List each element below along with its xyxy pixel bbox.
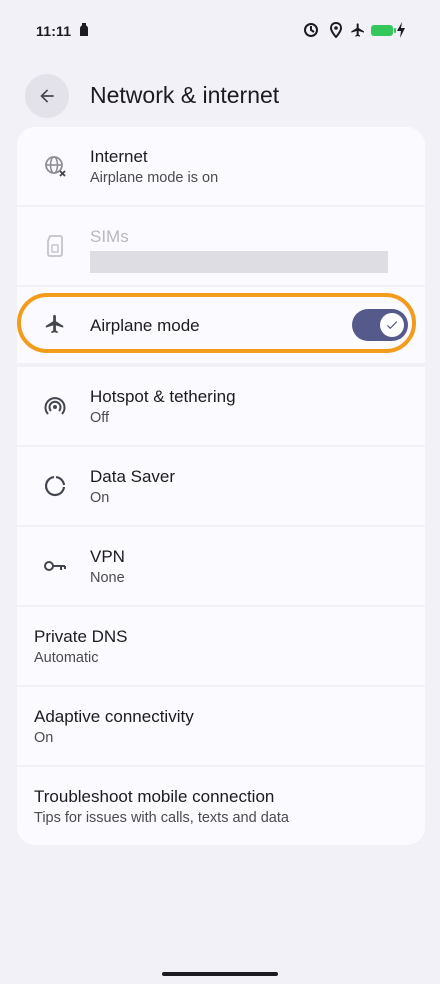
check-icon	[386, 321, 398, 330]
hotspot-icon	[42, 393, 68, 419]
back-arrow-icon	[40, 89, 54, 103]
sim-placeholder	[90, 251, 388, 273]
sims-title: SIMs	[90, 227, 129, 246]
sim-card-icon	[42, 233, 68, 259]
page-title: Network & internet	[90, 82, 280, 108]
hotspot-item[interactable]: Hotspot & tethering Off	[17, 367, 425, 445]
vpn-title: VPN	[90, 547, 125, 566]
airplane-status-icon	[350, 22, 366, 38]
location-icon	[329, 21, 345, 39]
troubleshoot-subtitle: Tips for issues with calls, texts and da…	[34, 810, 289, 826]
status-bar: 11:11	[0, 0, 440, 60]
data-saver-subtitle: On	[90, 490, 110, 506]
status-time: 11:11	[36, 23, 72, 39]
toggle-thumb	[380, 313, 404, 337]
data-saver-icon	[42, 473, 68, 499]
back-button[interactable]	[25, 74, 69, 118]
data-saver-title: Data Saver	[90, 467, 176, 486]
data-sync-icon	[303, 22, 319, 38]
troubleshoot-title: Troubleshoot mobile connection	[34, 787, 275, 806]
vpn-subtitle: None	[90, 570, 125, 586]
hotspot-title: Hotspot & tethering	[90, 387, 236, 406]
hotspot-subtitle: Off	[90, 410, 110, 426]
internet-subtitle: Airplane mode is on	[90, 170, 219, 186]
adaptive-connectivity-title: Adaptive connectivity	[34, 707, 194, 726]
header: Network & internet	[0, 74, 440, 120]
key-icon	[42, 553, 68, 579]
troubleshoot-item[interactable]: Troubleshoot mobile connection Tips for …	[17, 767, 425, 845]
airplane-icon	[42, 311, 68, 337]
globe-icon	[42, 153, 68, 179]
private-dns-subtitle: Automatic	[34, 650, 99, 666]
airplane-mode-item[interactable]: Airplane mode	[17, 287, 425, 363]
private-dns-title: Private DNS	[34, 627, 128, 646]
battery-icon	[371, 25, 396, 36]
notification-icon	[77, 22, 93, 38]
home-indicator[interactable]	[162, 972, 278, 976]
sims-item[interactable]: SIMs	[17, 207, 425, 285]
airplane-mode-toggle[interactable]	[352, 309, 408, 341]
data-saver-item[interactable]: Data Saver On	[17, 447, 425, 525]
vpn-item[interactable]: VPN None	[17, 527, 425, 605]
private-dns-item[interactable]: Private DNS Automatic	[17, 607, 425, 685]
adaptive-connectivity-item[interactable]: Adaptive connectivity On	[17, 687, 425, 765]
airplane-mode-title: Airplane mode	[90, 316, 200, 335]
internet-title: Internet	[90, 147, 148, 166]
adaptive-connectivity-subtitle: On	[34, 730, 54, 746]
charging-icon	[396, 22, 412, 38]
internet-item[interactable]: Internet Airplane mode is on	[17, 127, 425, 205]
